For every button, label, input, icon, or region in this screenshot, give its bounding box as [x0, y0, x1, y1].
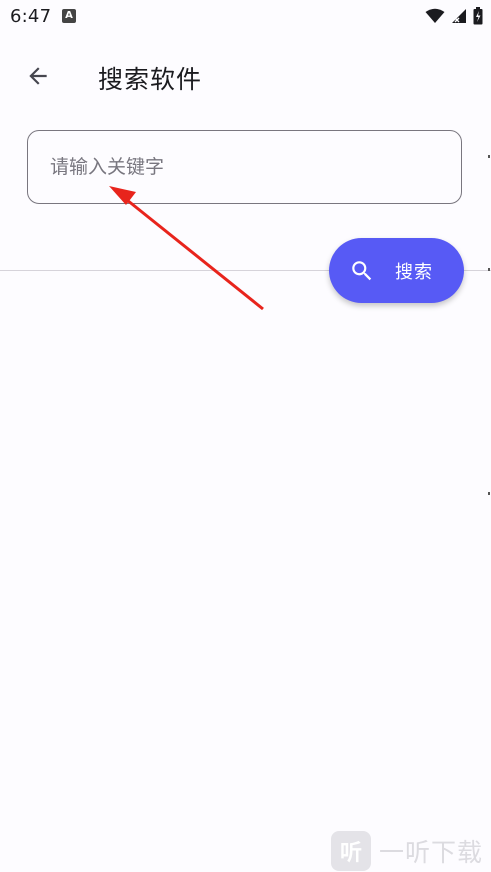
search-icon — [352, 261, 372, 281]
arrow-left-icon — [29, 67, 47, 85]
notification-app-icon: A — [62, 9, 76, 23]
watermark: 听 一听下载 — [331, 830, 491, 872]
edge-mark — [488, 268, 490, 271]
watermark-logo: 听 — [331, 831, 371, 871]
status-icons — [425, 6, 483, 26]
search-field[interactable] — [27, 130, 462, 204]
app-bar: 搜索软件 — [0, 34, 491, 120]
status-time: 6:47 — [10, 6, 52, 27]
search-button-label: 搜索 — [395, 262, 433, 283]
wifi-icon — [425, 8, 445, 23]
watermark-text: 一听下载 — [379, 838, 484, 867]
back-button[interactable] — [18, 56, 58, 96]
edge-mark — [488, 155, 490, 158]
signal-icon — [452, 9, 466, 23]
status-bar: 6:47 A — [0, 0, 491, 34]
page-title: 搜索软件 — [98, 65, 203, 94]
search-input[interactable] — [28, 131, 461, 203]
battery-icon — [473, 7, 483, 25]
edge-mark — [488, 492, 490, 495]
search-button[interactable]: 搜索 — [329, 238, 464, 303]
